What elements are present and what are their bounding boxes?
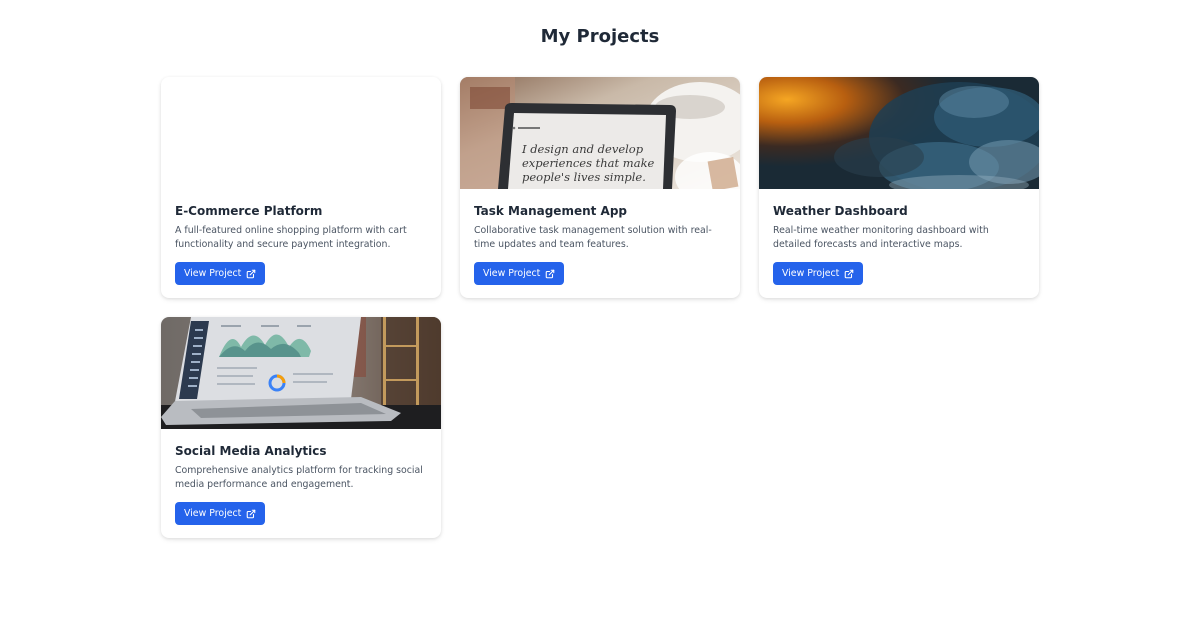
external-link-icon <box>246 269 256 279</box>
project-image-placeholder <box>161 77 441 189</box>
view-project-button[interactable]: View Project <box>175 262 266 285</box>
project-card: Weather Dashboard Real-time weather moni… <box>759 77 1039 298</box>
view-project-button[interactable]: View Project <box>773 262 864 285</box>
project-card: E-Commerce Platform A full-featured onli… <box>161 77 441 298</box>
view-project-button[interactable]: View Project <box>474 262 565 285</box>
external-link-icon <box>545 269 555 279</box>
project-description: Collaborative task management solution w… <box>474 225 712 250</box>
button-label: View Project <box>483 268 541 279</box>
button-label: View Project <box>782 268 840 279</box>
image-caption-line: experiences that make <box>522 156 655 170</box>
project-image-storm-clouds <box>759 77 1039 189</box>
page-title: My Projects <box>540 26 660 47</box>
project-card: I design and develop experiences that ma… <box>460 77 740 298</box>
project-description: Real-time weather monitoring dashboard w… <box>773 225 989 250</box>
button-label: View Project <box>184 508 242 519</box>
project-title: Social Media Analytics <box>175 444 327 458</box>
project-description: Comprehensive analytics platform for tra… <box>175 465 423 490</box>
project-image-laptop: I design and develop experiences that ma… <box>460 77 740 189</box>
view-project-button[interactable]: View Project <box>175 502 266 525</box>
external-link-icon <box>246 509 256 519</box>
project-title: Weather Dashboard <box>773 204 908 218</box>
image-caption-line: people's lives simple. <box>522 170 646 184</box>
project-image-analytics-laptop <box>161 317 441 429</box>
project-card: Social Media Analytics Comprehensive ana… <box>161 317 441 538</box>
project-description: A full-featured online shopping platform… <box>175 225 407 250</box>
project-title: Task Management App <box>474 204 628 218</box>
project-title: E-Commerce Platform <box>175 204 323 218</box>
image-caption-line: I design and develop <box>521 142 644 156</box>
button-label: View Project <box>184 268 242 279</box>
external-link-icon <box>844 269 854 279</box>
